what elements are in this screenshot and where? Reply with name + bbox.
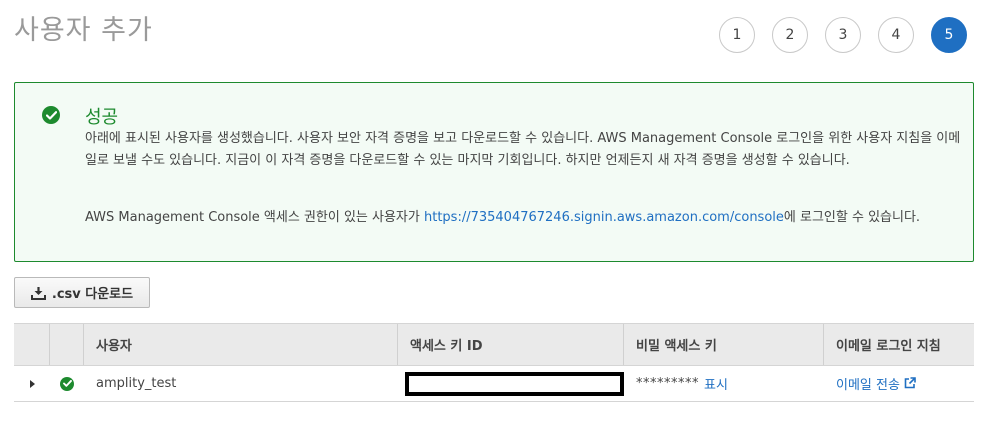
column-header-access-key-id: 액세스 키 ID [398,324,624,365]
alert-message: 아래에 표시된 사용자를 생성했습니다. 사용자 보안 자격 증명을 보고 다운… [85,131,961,168]
alert-title: 성공 [85,107,119,128]
add-user-page: 사용자 추가 1 2 3 4 5 성공 아래에 표시된 사용자를 생성했습니다.… [0,0,991,426]
download-csv-label: .csv 다운로드 [51,287,134,302]
user-credentials-table: 사용자 액세스 키 ID 비밀 액세스 키 이메일 로그인 지침 amplity… [14,323,974,402]
step-5[interactable]: 5 [931,17,967,53]
console-access-suffix: 에 로그인할 수 있습니다. [783,210,921,225]
secret-masked-value: ********* [636,376,699,391]
step-3[interactable]: 3 [825,17,861,53]
console-signin-link[interactable]: https://735404767246.signin.aws.amazon.c… [424,210,784,225]
expand-arrow-icon[interactable] [29,379,35,388]
column-header-expand [14,324,50,365]
external-link-icon [904,377,916,389]
send-email-label: 이메일 전송 [836,378,900,393]
row-status-cell [50,366,84,401]
check-circle-icon [60,376,74,391]
column-header-user: 사용자 [84,324,398,365]
console-access-prefix: AWS Management Console 액세스 권한이 있는 사용자가 [85,210,424,225]
send-email-link[interactable]: 이메일 전송 [836,374,916,393]
wizard-steps: 1 2 3 4 5 [719,17,967,53]
download-icon [30,286,46,300]
column-header-secret-access-key: 비밀 액세스 키 [624,324,824,365]
console-access-message: AWS Management Console 액세스 권한이 있는 사용자가 h… [85,206,965,225]
column-header-email-instructions: 이메일 로그인 지침 [836,339,941,354]
show-secret-link[interactable]: 표시 [704,374,728,393]
row-user-name: amplity_test [96,376,177,391]
table-header: 사용자 액세스 키 ID 비밀 액세스 키 이메일 로그인 지침 [14,323,974,366]
success-alert: 성공 아래에 표시된 사용자를 생성했습니다. 사용자 보안 자격 증명을 보고… [14,82,974,262]
step-4[interactable]: 4 [878,17,914,53]
check-circle-icon [42,106,60,124]
step-2[interactable]: 2 [772,17,808,53]
row-access-key-id [398,366,624,401]
row-expand-cell[interactable] [14,366,50,401]
download-csv-button[interactable]: .csv 다운로드 [14,277,150,308]
step-1[interactable]: 1 [719,17,755,53]
redacted-access-key-box [405,371,624,396]
row-secret-access-key: ********* 표시 [624,366,824,401]
column-header-status [50,324,84,365]
row-email-instructions: 이메일 전송 [824,366,974,401]
page-title: 사용자 추가 [14,15,153,46]
table-row: amplity_test ********* 표시 이메일 전송 [14,366,974,402]
